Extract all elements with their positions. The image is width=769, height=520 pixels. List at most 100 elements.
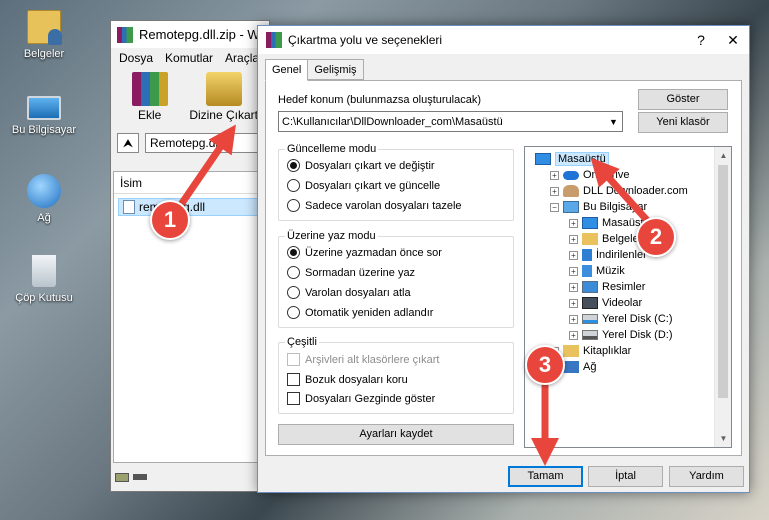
misc-group: Çeşitli Arşivleri alt klasörlere çıkart … (278, 336, 514, 414)
recycle-bin-icon (31, 254, 57, 288)
destination-combobox[interactable]: C:\Kullanıcılar\DllDownloader_com\Masaüs… (278, 111, 623, 132)
checkbox[interactable] (287, 392, 300, 405)
dialog-title: Çıkartma yolu ve seçenekleri (288, 33, 443, 47)
videos-icon (582, 297, 598, 309)
menu-tools[interactable]: Araçla (225, 51, 259, 65)
tree-item[interactable]: + Müzik (569, 263, 625, 279)
checkbox (287, 353, 300, 366)
radio-button[interactable] (287, 246, 300, 259)
radio-button[interactable] (287, 179, 300, 192)
tree-item-label: Müzik (596, 265, 625, 277)
expand-icon[interactable]: + (550, 170, 559, 180)
overwrite-option-skip[interactable]: Varolan dosyaları atla (287, 286, 411, 299)
checkbox[interactable] (287, 373, 300, 386)
tree-item[interactable]: + Yerel Disk (C:) (569, 311, 673, 327)
drive-c-icon (582, 314, 598, 324)
desktop-icon-this-pc[interactable]: Bu Bilgisayar (4, 90, 84, 136)
archive-path-field[interactable]: Remotepg.dll (145, 133, 263, 153)
expand-icon[interactable]: + (569, 218, 578, 228)
tab-advanced[interactable]: Gelişmiş (307, 59, 364, 80)
misc-option-show-in-explorer[interactable]: Dosyaları Gezginde göster (287, 392, 435, 405)
archive-path: Remotepg.dll (150, 136, 221, 150)
overwrite-option-rename[interactable]: Otomatik yeniden adlandır (287, 306, 433, 319)
option-label: Dosyaları Gezginde göster (305, 392, 436, 405)
radio-button[interactable] (287, 159, 300, 172)
key-icon (133, 474, 147, 480)
tree-item[interactable]: + İndirilenler (569, 247, 647, 263)
desktop-icon-label: Ağ (37, 212, 51, 224)
computer-icon (27, 96, 61, 120)
network-icon (563, 361, 579, 373)
scroll-down-icon[interactable]: ▼ (715, 430, 731, 447)
radio-button[interactable] (287, 266, 300, 279)
save-settings-button[interactable]: Ayarları kaydet (278, 424, 514, 445)
scroll-thumb[interactable] (718, 165, 728, 398)
close-button[interactable]: ✕ (717, 26, 749, 54)
column-header-name[interactable]: İsim (114, 172, 266, 194)
help-button[interactable]: Yardım (669, 466, 744, 487)
tree-item[interactable]: + Yerel Disk (D:) (569, 327, 673, 343)
radio-button[interactable] (287, 199, 300, 212)
expand-icon[interactable]: + (569, 330, 578, 340)
overwrite-option-ask[interactable]: Üzerine yazmadan önce sor (287, 246, 442, 259)
expand-icon[interactable]: + (569, 266, 578, 276)
radio-button[interactable] (287, 286, 300, 299)
tree-item-label: Resimler (602, 281, 646, 293)
tree-item[interactable]: + OneDrive (550, 167, 629, 183)
update-option-extract-replace[interactable]: Dosyaları çıkart ve değiştir (287, 159, 435, 172)
step-2-badge: 2 (636, 217, 676, 257)
overwrite-option-no-ask[interactable]: Sormadan üzerine yaz (287, 266, 415, 279)
tree-item[interactable]: + Resimler (569, 279, 645, 295)
misc-option-keep-broken[interactable]: Bozuk dosyaları koru (287, 373, 408, 386)
tree-item[interactable]: Masaüstü (531, 151, 609, 167)
show-button[interactable]: Göster (638, 89, 728, 110)
desktop-icon-label: Belgeler (23, 48, 65, 60)
folder-tree[interactable]: Masaüstü + OneDrive + DLL Downloader.com − Bu … (524, 146, 732, 448)
file-list: İsim remotepg.dll (113, 171, 267, 463)
add-archive-icon (131, 72, 168, 106)
winrar-title-bar[interactable]: Remotepg.dll.zip - W (111, 21, 269, 48)
tab-general[interactable]: Genel (265, 59, 309, 81)
expand-icon[interactable]: + (569, 314, 578, 324)
option-label: Sormadan üzerine yaz (305, 266, 416, 279)
tree-item[interactable]: + Videolar (569, 295, 642, 311)
tree-item-label: Yerel Disk (C:) (602, 313, 673, 325)
expand-icon[interactable]: + (569, 234, 578, 244)
ok-button[interactable]: Tamam (508, 466, 583, 487)
add-button[interactable]: Ekle (121, 72, 178, 122)
desktop-icon-documents[interactable]: Belgeler (4, 10, 84, 60)
update-option-extract-update[interactable]: Dosyaları çıkart ve güncelle (287, 179, 440, 192)
option-label: Otomatik yeniden adlandır (305, 306, 434, 319)
tree-item-label: İndirilenler (596, 249, 647, 261)
help-title-button[interactable]: ? (685, 26, 717, 54)
desktop-icon-recycle-bin[interactable]: Çöp Kutusu (4, 254, 84, 304)
list-item[interactable]: remotepg.dll (118, 198, 262, 216)
scroll-up-icon[interactable]: ▲ (715, 147, 731, 164)
extract-to-button[interactable]: Dizine Çıkart (188, 72, 259, 122)
overwrite-mode-title: Üzerine yaz modu (285, 230, 378, 242)
expand-icon[interactable]: + (569, 298, 578, 308)
cancel-button[interactable]: İptal (588, 466, 663, 487)
winrar-path-bar: ⮝ Remotepg.dll (111, 130, 269, 156)
collapse-icon[interactable]: − (550, 202, 559, 212)
expand-icon[interactable]: + (569, 282, 578, 292)
new-folder-button[interactable]: Yeni klasör (638, 112, 728, 133)
menu-commands[interactable]: Komutlar (165, 51, 213, 65)
tree-item[interactable]: + DLL Downloader.com (550, 183, 688, 199)
tree-scrollbar[interactable]: ▲ ▼ (714, 147, 731, 447)
tree-item[interactable]: − Bu Bilgisayar (550, 199, 647, 215)
option-label: Bozuk dosyaları koru (305, 373, 408, 386)
menu-file[interactable]: Dosya (119, 51, 153, 65)
up-folder-button[interactable]: ⮝ (117, 133, 139, 153)
update-option-refresh-existing[interactable]: Sadece varolan dosyaları tazele (287, 199, 462, 212)
expand-icon[interactable]: + (550, 186, 559, 196)
update-mode-title: Güncelleme modu (285, 143, 379, 155)
chevron-down-icon[interactable]: ▼ (605, 117, 622, 127)
dialog-title-bar[interactable]: Çıkartma yolu ve seçenekleri ? ✕ (258, 26, 749, 54)
expand-icon[interactable]: + (569, 250, 578, 260)
destination-label: Hedef konum (bulunmazsa oluşturulacak) (278, 94, 481, 106)
tree-item[interactable]: + Belgeler (569, 231, 642, 247)
radio-button[interactable] (287, 306, 300, 319)
desktop-icon-network[interactable]: Ağ (4, 174, 84, 224)
destination-value: C:\Kullanıcılar\DllDownloader_com\Masaüs… (282, 115, 503, 128)
